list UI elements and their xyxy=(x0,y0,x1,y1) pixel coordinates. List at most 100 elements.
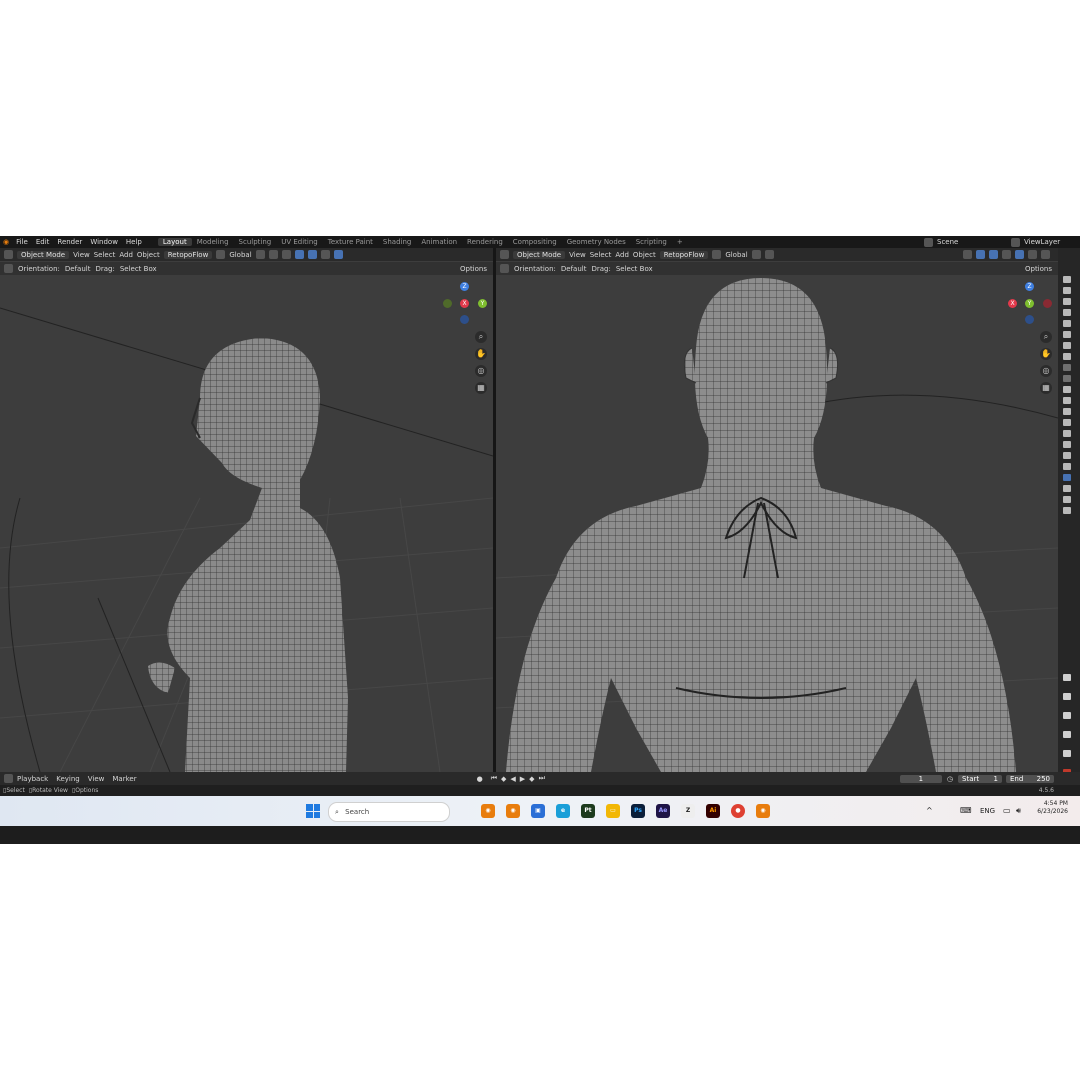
output-properties-icon[interactable] xyxy=(1063,712,1071,719)
jump-start-icon[interactable]: ⏮ xyxy=(489,774,499,783)
scene-properties-icon[interactable] xyxy=(1063,750,1071,757)
proportional-edit-icon[interactable] xyxy=(764,250,774,259)
play-icon[interactable]: ▶ xyxy=(518,775,527,783)
gizmo-z-axis[interactable]: Z xyxy=(460,282,469,291)
stopwatch-icon[interactable]: ◷ xyxy=(942,775,958,783)
transform-orientation-selector[interactable]: Global xyxy=(725,251,747,259)
photoshop-app-icon[interactable]: Ps xyxy=(631,804,645,818)
camera-visibility-icon[interactable] xyxy=(1063,452,1071,459)
camera-view-icon[interactable]: ◎ xyxy=(475,365,487,377)
gizmo-x-axis[interactable]: X xyxy=(460,299,469,308)
render-properties-icon[interactable] xyxy=(1063,693,1071,700)
editor-type-icon[interactable] xyxy=(4,250,13,259)
edge-app-icon[interactable]: e xyxy=(556,804,570,818)
camera-visibility-icon[interactable] xyxy=(1063,496,1071,503)
zbrush-app-icon[interactable]: Z xyxy=(681,804,695,818)
navigation-gizmo[interactable]: Z X Y xyxy=(443,282,493,324)
menu-object[interactable]: Object xyxy=(137,251,160,259)
navigation-gizmo[interactable]: Z X Y xyxy=(1008,282,1058,324)
camera-visibility-icon[interactable] xyxy=(1063,320,1071,327)
tab-rendering[interactable]: Rendering xyxy=(462,238,508,246)
tab-modeling[interactable]: Modeling xyxy=(192,238,234,246)
gizmo-neg-z-axis[interactable] xyxy=(460,315,469,324)
camera-visibility-icon[interactable] xyxy=(1063,386,1071,393)
tab-layout[interactable]: Layout xyxy=(157,238,192,246)
blender-logo-icon[interactable]: ◉ xyxy=(0,238,12,246)
camera-visibility-icon[interactable] xyxy=(1063,353,1071,360)
menu-view[interactable]: View xyxy=(569,251,586,259)
camera-visibility-icon[interactable] xyxy=(1063,375,1071,382)
camera-visibility-icon[interactable] xyxy=(1063,485,1071,492)
perspective-grid-icon[interactable]: ▦ xyxy=(475,382,487,394)
record-icon[interactable]: ● xyxy=(471,775,489,783)
gizmo-neg-x-axis[interactable] xyxy=(1043,299,1052,308)
menu-edit[interactable]: Edit xyxy=(32,238,54,246)
tab-compositing[interactable]: Compositing xyxy=(508,238,562,246)
gizmo-toggle-icon[interactable] xyxy=(976,250,985,259)
chrome-app-icon[interactable]: ● xyxy=(731,804,745,818)
xray-icon[interactable] xyxy=(307,250,317,259)
prev-key-icon[interactable]: ◆ xyxy=(499,775,508,783)
tool-properties-icon[interactable] xyxy=(1063,674,1071,681)
play-reverse-icon[interactable]: ◀ xyxy=(508,775,517,783)
snap-icon[interactable] xyxy=(751,250,761,259)
tab-scripting[interactable]: Scripting xyxy=(631,238,672,246)
menu-add[interactable]: Add xyxy=(119,251,133,259)
camera-view-icon[interactable]: ◎ xyxy=(1040,365,1052,377)
camera-visibility-icon[interactable] xyxy=(1063,430,1071,437)
menu-select[interactable]: Select xyxy=(590,251,612,259)
editor-type-icon[interactable] xyxy=(500,250,509,259)
viewport-left[interactable]: Object Mode View Select Add Object Retop… xyxy=(0,248,493,772)
start-frame-field[interactable]: Start 1 xyxy=(958,774,1002,783)
blender-app-icon[interactable]: ◉ xyxy=(506,804,520,818)
keying-menu[interactable]: Keying xyxy=(52,775,84,783)
jump-end-icon[interactable]: ⏭ xyxy=(537,774,547,783)
camera-visibility-icon[interactable] xyxy=(1063,298,1071,305)
menu-view[interactable]: View xyxy=(73,251,90,259)
pan-hand-icon[interactable]: ✋ xyxy=(475,348,487,360)
tab-shading[interactable]: Shading xyxy=(378,238,416,246)
playback-menu[interactable]: Playback xyxy=(13,775,52,783)
mode-selector[interactable]: Object Mode xyxy=(17,250,70,259)
wireframe-shading-icon[interactable] xyxy=(320,250,330,259)
painter-app-icon[interactable]: Pt xyxy=(581,804,595,818)
camera-visibility-icon[interactable] xyxy=(1063,276,1071,283)
orientation-value[interactable]: Default xyxy=(561,265,587,273)
tab-texture-paint[interactable]: Texture Paint xyxy=(323,238,378,246)
illustrator-app-icon[interactable]: Ai xyxy=(706,804,720,818)
tray-chevron-icon[interactable]: ^ xyxy=(926,806,933,815)
taskbar-search[interactable]: ⌕ Search xyxy=(328,802,450,822)
drag-value[interactable]: Select Box xyxy=(616,265,653,273)
camera-visibility-icon[interactable] xyxy=(1063,287,1071,294)
blender-app-icon[interactable]: ◉ xyxy=(756,804,770,818)
retopoflow-menu[interactable]: RetopoFlow xyxy=(659,250,709,259)
scene-selector[interactable]: Scene xyxy=(933,238,1011,246)
xray-icon[interactable] xyxy=(989,250,998,259)
camera-visibility-icon[interactable] xyxy=(1063,463,1071,470)
tab-sculpting[interactable]: Sculpting xyxy=(234,238,277,246)
options-button[interactable]: Options xyxy=(1025,265,1052,273)
after-effects-app-icon[interactable]: Ae xyxy=(656,804,670,818)
viewport-right[interactable]: Object Mode View Select Add Object Retop… xyxy=(496,248,1058,772)
tab-geometry-nodes[interactable]: Geometry Nodes xyxy=(562,238,631,246)
orientation-value[interactable]: Default xyxy=(65,265,91,273)
overlay-icon[interactable] xyxy=(281,250,291,259)
mode-selector[interactable]: Object Mode xyxy=(513,250,566,259)
overlay-icon[interactable] xyxy=(963,250,972,259)
camera-visibility-icon[interactable] xyxy=(1063,408,1071,415)
view-layer-properties-icon[interactable] xyxy=(1063,731,1071,738)
gizmo-neg-z-axis[interactable] xyxy=(1025,315,1034,324)
camera-visibility-icon[interactable] xyxy=(1063,364,1071,371)
menu-object[interactable]: Object xyxy=(633,251,656,259)
pan-hand-icon[interactable]: ✋ xyxy=(1040,348,1052,360)
camera-visibility-icon[interactable] xyxy=(1063,331,1071,338)
camera-visibility-icon[interactable] xyxy=(1063,342,1071,349)
store-app-icon[interactable]: ▣ xyxy=(531,804,545,818)
proportional-edit-icon[interactable] xyxy=(268,250,278,259)
end-frame-field[interactable]: End 250 xyxy=(1006,774,1054,783)
camera-visibility-icon[interactable] xyxy=(1063,474,1071,481)
menu-file[interactable]: File xyxy=(12,238,32,246)
volume-icon[interactable]: 🔊︎ xyxy=(1016,806,1021,816)
material-shading-icon[interactable] xyxy=(1028,250,1037,259)
drag-value[interactable]: Select Box xyxy=(120,265,157,273)
